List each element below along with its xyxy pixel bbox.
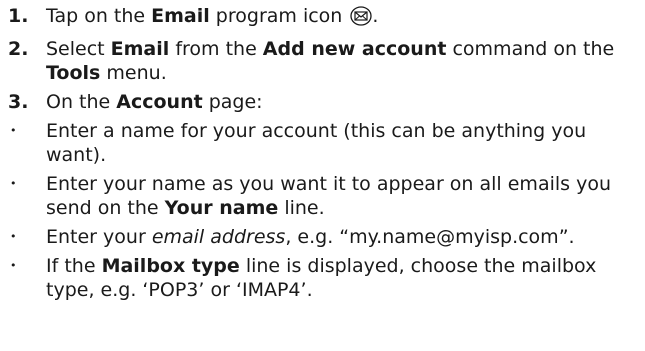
bullet-mailbox-type: • If the Mailbox type line is displayed,… xyxy=(8,254,638,302)
bullet-text: Enter your name as you want it to appear… xyxy=(46,173,611,219)
bullet-text: Enter a name for your account (this can … xyxy=(46,120,587,166)
step-text: Select Email from the Add new account co… xyxy=(46,38,615,84)
envelope-icon xyxy=(350,6,373,32)
email-program-name: Email xyxy=(151,5,210,27)
bullet-icon: • xyxy=(10,124,17,137)
step-number: 1. xyxy=(8,5,29,27)
bullet-icon: • xyxy=(10,259,17,272)
bullet-text: Enter your email address, e.g. “my.name@… xyxy=(46,226,575,248)
bullet-your-name: • Enter your name as you want it to appe… xyxy=(8,172,638,220)
step-1: 1. Tap on the Email program icon . xyxy=(8,4,638,32)
bullet-email-address: • Enter your email address, e.g. “my.nam… xyxy=(8,225,638,249)
step-number: 2. xyxy=(8,38,29,60)
bullet-icon: • xyxy=(10,177,17,190)
step-number: 3. xyxy=(8,91,29,113)
step-text: On the Account page: xyxy=(46,91,263,113)
step-text: Tap on the Email program icon . xyxy=(46,4,638,32)
step-2: 2. Select Email from the Add new account… xyxy=(8,37,638,85)
instruction-document: 1. Tap on the Email program icon . 2. Se… xyxy=(8,4,638,307)
step-3: 3. On the Account page: xyxy=(8,90,638,114)
bullet-text: If the Mailbox type line is displayed, c… xyxy=(46,255,597,301)
bullet-account-name: • Enter a name for your account (this ca… xyxy=(8,119,638,167)
bullet-icon: • xyxy=(10,230,17,243)
